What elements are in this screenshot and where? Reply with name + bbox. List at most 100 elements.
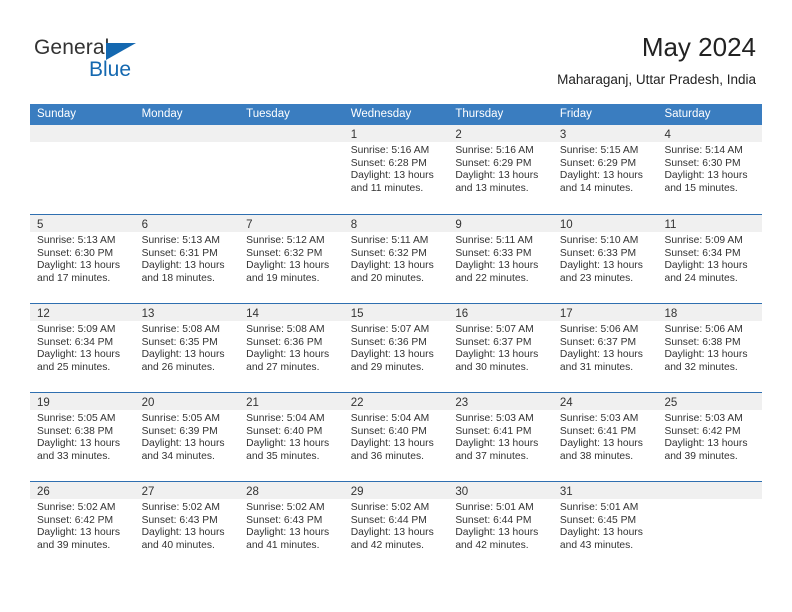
day-details: Sunrise: 5:06 AM Sunset: 6:37 PM Daylight:…: [553, 321, 658, 374]
day-detail-line: Daylight: 13 hours: [455, 260, 539, 272]
calendar-weeks: 1 Sunrise: 5:16 AM Sunset: 6:28 PM Daylight…: [30, 125, 763, 570]
day-detail-line: and 15 minutes.: [664, 182, 738, 194]
day-detail-line: Daylight: 13 hours: [455, 438, 539, 450]
day-number-band: 26: [30, 482, 135, 499]
calendar-day-cell[interactable]: 22 Sunrise: 5:04 AM Sunset: 6:40 PM Dayligh…: [343, 393, 449, 481]
brand-logo[interactable]: General Blue: [34, 36, 164, 88]
day-details: Sunrise: 5:03 AM Sunset: 6:41 PM Daylight:…: [553, 410, 658, 463]
calendar-day-cell[interactable]: 13 Sunrise: 5:08 AM Sunset: 6:35 PM Dayligh…: [134, 304, 240, 392]
calendar-day-cell[interactable]: 16 Sunrise: 5:07 AM Sunset: 6:37 PM Dayligh…: [448, 304, 553, 392]
day-detail-line: Sunset: 6:34 PM: [37, 336, 114, 348]
calendar-day-cell[interactable]: 20 Sunrise: 5:05 AM Sunset: 6:39 PM Dayligh…: [134, 393, 240, 481]
day-number: 16: [455, 308, 469, 320]
day-detail-line: Daylight: 13 hours: [559, 260, 643, 272]
day-detail-line: Sunset: 6:38 PM: [664, 336, 741, 348]
day-number-band: 3: [552, 125, 658, 142]
calendar-day-cell[interactable]: 28 Sunrise: 5:02 AM Sunset: 6:43 PM Dayligh…: [239, 482, 344, 570]
weekday-header-monday: Monday: [141, 108, 183, 120]
calendar-day-cell[interactable]: 9 Sunrise: 5:11 AM Sunset: 6:33 PM Daylight…: [448, 215, 553, 303]
day-detail-line: Sunrise: 5:03 AM: [664, 413, 743, 424]
calendar-day-cell[interactable]: 12 Sunrise: 5:09 AM Sunset: 6:34 PM Dayligh…: [30, 304, 135, 392]
day-number-band: 9: [448, 215, 553, 232]
calendar-day-cell[interactable]: 19 Sunrise: 5:05 AM Sunset: 6:38 PM Dayligh…: [30, 393, 135, 481]
day-detail-line: and 29 minutes.: [350, 361, 425, 373]
day-detail-line: and 11 minutes.: [350, 182, 424, 194]
calendar-day-cell[interactable]: 17 Sunrise: 5:06 AM Sunset: 6:37 PM Dayligh…: [552, 304, 658, 392]
weekday-header-saturday: Saturday: [664, 108, 711, 120]
day-details: [135, 142, 240, 145]
day-number: 14: [246, 308, 259, 320]
day-detail-line: Sunrise: 5:06 AM: [664, 324, 743, 335]
calendar-day-cell[interactable]: 7 Sunrise: 5:12 AM Sunset: 6:32 PM Daylight…: [239, 215, 344, 303]
day-number: 26: [37, 486, 50, 498]
day-details: Sunrise: 5:04 AM Sunset: 6:40 PM Daylight:…: [239, 410, 344, 463]
day-detail-line: and 32 minutes.: [664, 361, 738, 373]
calendar-day-cell[interactable]: 10 Sunrise: 5:10 AM Sunset: 6:33 PM Dayligh…: [552, 215, 658, 303]
day-number-band: 17: [552, 304, 658, 321]
day-detail-line: Sunset: 6:37 PM: [455, 336, 532, 348]
day-details: Sunrise: 5:03 AM Sunset: 6:41 PM Daylight:…: [448, 410, 553, 463]
calendar-day-cell[interactable]: 25 Sunrise: 5:03 AM Sunset: 6:42 PM Dayligh…: [657, 393, 763, 481]
calendar-day-cell[interactable]: 31 Sunrise: 5:01 AM Sunset: 6:45 PM Dayligh…: [552, 482, 658, 570]
day-detail-line: Sunset: 6:41 PM: [455, 425, 532, 437]
calendar-day-cell[interactable]: 4 Sunrise: 5:14 AM Sunset: 6:30 PM Daylight…: [657, 125, 763, 214]
day-number: 29: [350, 486, 364, 498]
calendar-week-row: 1 Sunrise: 5:16 AM Sunset: 6:28 PM Daylight…: [30, 125, 763, 214]
day-number-band: [134, 125, 240, 142]
day-number: 25: [664, 397, 678, 409]
day-detail-line: and 19 minutes.: [246, 272, 320, 284]
weekday-header-row: Sunday Monday Tuesday Wednesday Thursday Frid…: [30, 104, 762, 125]
day-detail-line: Sunrise: 5:08 AM: [246, 324, 325, 335]
day-detail-line: and 30 minutes.: [455, 361, 529, 373]
calendar-day-cell[interactable]: 14 Sunrise: 5:08 AM Sunset: 6:36 PM Dayligh…: [239, 304, 344, 392]
day-detail-line: Sunset: 6:35 PM: [141, 336, 218, 348]
day-detail-line: Sunset: 6:41 PM: [559, 425, 637, 437]
calendar-day-cell[interactable]: 8 Sunrise: 5:11 AM Sunset: 6:32 PM Daylight…: [343, 215, 449, 303]
day-detail-line: and 23 minutes.: [559, 272, 634, 284]
day-detail-line: Sunset: 6:32 PM: [350, 247, 427, 259]
calendar-day-cell[interactable]: 1 Sunrise: 5:16 AM Sunset: 6:28 PM Daylight…: [343, 125, 449, 214]
day-number-band: [30, 125, 135, 142]
page-title: May 2024: [641, 32, 756, 62]
page-subtitle: Maharaganj, Uttar Pradesh, India: [557, 72, 756, 87]
day-detail-line: and 40 minutes.: [141, 539, 215, 551]
calendar-day-cell[interactable]: 21 Sunrise: 5:04 AM Sunset: 6:40 PM Dayligh…: [239, 393, 344, 481]
day-detail-line: Sunset: 6:43 PM: [246, 514, 323, 526]
day-details: Sunrise: 5:02 AM Sunset: 6:44 PM Daylight:…: [344, 499, 449, 552]
day-details: Sunrise: 5:02 AM Sunset: 6:43 PM Daylight:…: [239, 499, 344, 552]
calendar-day-cell[interactable]: 30 Sunrise: 5:01 AM Sunset: 6:44 PM Dayligh…: [448, 482, 553, 570]
calendar-day-cell[interactable]: 6 Sunrise: 5:13 AM Sunset: 6:31 PM Daylight…: [134, 215, 240, 303]
day-details: [657, 499, 762, 502]
calendar-day-cell[interactable]: 29 Sunrise: 5:02 AM Sunset: 6:44 PM Dayligh…: [343, 482, 449, 570]
calendar-day-cell[interactable]: 24 Sunrise: 5:03 AM Sunset: 6:41 PM Dayligh…: [552, 393, 658, 481]
day-detail-line: Daylight: 13 hours: [141, 349, 225, 361]
day-detail-line: Sunrise: 5:13 AM: [37, 235, 116, 246]
day-detail-line: Daylight: 13 hours: [37, 349, 120, 361]
title-block: May 2024 Maharaganj, Uttar Pradesh, Indi…: [557, 32, 756, 89]
day-number-band: 28: [239, 482, 344, 499]
day-details: Sunrise: 5:06 AM Sunset: 6:38 PM Daylight:…: [657, 321, 762, 374]
day-detail-line: Sunset: 6:39 PM: [141, 425, 218, 437]
calendar-day-cell[interactable]: 27 Sunrise: 5:02 AM Sunset: 6:43 PM Dayligh…: [134, 482, 240, 570]
calendar-day-cell[interactable]: 15 Sunrise: 5:07 AM Sunset: 6:36 PM Dayligh…: [343, 304, 449, 392]
calendar-day-cell[interactable]: 2 Sunrise: 5:16 AM Sunset: 6:29 PM Daylight…: [448, 125, 553, 214]
day-details: Sunrise: 5:11 AM Sunset: 6:32 PM Daylight:…: [344, 232, 449, 285]
calendar-day-cell[interactable]: 11 Sunrise: 5:09 AM Sunset: 6:34 PM Dayligh…: [657, 215, 763, 303]
calendar-page: General Blue May 2024 Maharaganj, Uttar …: [0, 0, 792, 612]
calendar-day-cell[interactable]: 18 Sunrise: 5:06 AM Sunset: 6:38 PM Dayligh…: [657, 304, 763, 392]
calendar-day-cell[interactable]: 3 Sunrise: 5:15 AM Sunset: 6:29 PM Daylight…: [552, 125, 658, 214]
day-detail-line: and 39 minutes.: [664, 450, 738, 462]
day-details: Sunrise: 5:02 AM Sunset: 6:42 PM Daylight:…: [30, 499, 135, 552]
day-detail-line: Sunrise: 5:05 AM: [37, 413, 116, 424]
day-number: 30: [455, 486, 469, 498]
day-number: 27: [141, 486, 155, 498]
day-detail-line: Daylight: 13 hours: [455, 349, 539, 361]
calendar-day-cell[interactable]: 23 Sunrise: 5:03 AM Sunset: 6:41 PM Dayligh…: [448, 393, 553, 481]
day-details: Sunrise: 5:12 AM Sunset: 6:32 PM Daylight:…: [239, 232, 344, 285]
calendar-day-cell[interactable]: 26 Sunrise: 5:02 AM Sunset: 6:42 PM Dayligh…: [30, 482, 135, 570]
calendar-day-cell[interactable]: 5 Sunrise: 5:13 AM Sunset: 6:30 PM Daylight…: [30, 215, 135, 303]
day-detail-line: Daylight: 13 hours: [37, 438, 120, 450]
day-detail-line: Sunrise: 5:06 AM: [559, 324, 639, 335]
day-number-band: 27: [134, 482, 240, 499]
day-detail-line: Sunset: 6:43 PM: [141, 514, 218, 526]
